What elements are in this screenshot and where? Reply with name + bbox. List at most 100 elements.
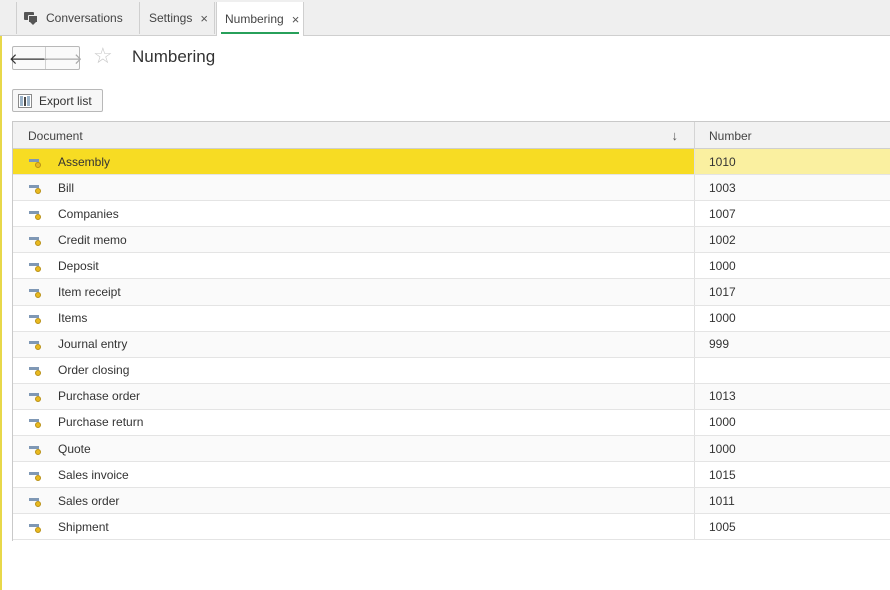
cell-document[interactable]: Purchase return [13,409,695,436]
document-number: 1017 [709,285,736,300]
table-header: Document ↓ Number [13,122,890,149]
page-title: Numbering [132,47,216,66]
chat-icon [24,12,38,25]
document-name: Sales invoice [58,467,129,482]
document-type-icon [29,260,41,272]
export-list-button[interactable]: Export list [12,89,103,112]
column-header-document[interactable]: Document ↓ [13,122,695,149]
cell-number[interactable]: 1000 [695,253,890,278]
document-number: 1007 [709,206,736,221]
document-type-icon [29,390,41,403]
history-navigation: 🡐 🡒 [9,46,83,70]
document-type-icon [29,286,41,299]
table-row[interactable]: Item receipt 1017 [13,279,890,306]
active-tab-indicator [221,32,299,34]
document-type-icon [29,182,41,194]
cell-document[interactable]: Assembly [13,149,695,175]
document-type-icon [29,469,41,481]
cell-number[interactable]: 1003 [695,175,890,200]
cell-number[interactable]: 1017 [695,279,890,304]
column-header-number[interactable]: Number [695,122,890,149]
sort-descending-icon[interactable]: ↓ [672,128,679,143]
table-row[interactable]: Sales order 1011 [13,488,890,515]
close-icon[interactable]: × [292,12,300,27]
tab-numbering[interactable]: Numbering × [216,2,304,36]
tab-scroll-left[interactable] [0,2,17,34]
arrow-right-icon: 🡒 [42,50,83,68]
cell-number[interactable]: 1013 [695,384,890,409]
cell-document[interactable]: Purchase order [13,383,695,409]
cell-number[interactable]: 1011 [695,488,890,513]
cell-document[interactable]: Credit memo [13,227,695,253]
document-name: Deposit [58,258,99,273]
back-button[interactable]: 🡐 [9,47,49,69]
cell-document[interactable]: Bill [13,175,695,201]
table-row[interactable]: Items 1000 [13,305,890,332]
cell-document[interactable]: Item receipt [13,279,695,305]
cell-document[interactable]: Shipment [13,514,695,540]
cell-document[interactable]: Deposit [13,253,695,279]
document-number: 1000 [709,258,736,273]
document-type-icon [29,443,41,455]
tab-bar: Conversations Settings × Numbering × [0,0,890,36]
cell-document[interactable]: Sales invoice [13,462,695,488]
tab-label: Settings [149,11,193,25]
cell-number[interactable]: 1015 [695,462,890,487]
document-type-icon [29,495,41,507]
cell-number[interactable]: 1005 [695,514,890,539]
document-number: 1000 [709,415,736,430]
tab-label: Numbering [225,12,284,26]
document-number: 1000 [709,311,736,326]
cell-number[interactable]: 1000 [695,410,890,435]
cell-number[interactable] [695,358,890,383]
cell-document[interactable]: Quote [13,436,695,462]
table-body: Assembly 1010 Bill 1003 Companies 1007 Credit … [13,149,890,541]
table-row[interactable]: Shipment 1005 [13,514,890,541]
table-row[interactable]: Bill 1003 [13,175,890,202]
tab-settings[interactable]: Settings × [141,2,215,34]
document-type-icon [29,208,41,220]
cell-document[interactable]: Companies [13,201,695,227]
cell-document[interactable]: Order closing [13,357,695,383]
table-row[interactable]: Deposit 1000 [13,253,890,280]
table-row[interactable]: Order closing [13,357,890,384]
document-number: 1000 [709,441,736,456]
table-row[interactable]: Purchase order 1013 [13,383,890,410]
export-icon [18,93,32,108]
document-name: Assembly [58,154,111,169]
cell-number[interactable]: 1010 [695,149,890,175]
cell-number[interactable]: 999 [695,332,890,357]
document-name: Item receipt [58,285,121,300]
table-row[interactable]: Credit memo 1002 [13,227,890,254]
document-number: 1002 [709,232,736,247]
table-row[interactable]: Purchase return 1000 [13,409,890,437]
table-row[interactable]: Journal entry 999 [13,331,890,358]
document-name: Items [58,311,88,326]
cell-number[interactable]: 1000 [695,306,890,331]
tab-label: Conversations [46,11,123,25]
document-type-icon [29,416,41,429]
document-type-icon [29,521,41,533]
favorite-star-icon[interactable]: ☆ [93,44,113,68]
document-name: Order closing [58,363,130,378]
close-icon[interactable]: × [200,11,208,26]
document-type-icon [29,156,41,168]
forward-button[interactable]: 🡒 [42,47,82,69]
table-row[interactable]: Assembly 1010 [13,149,890,176]
cell-document[interactable]: Items [13,305,695,331]
left-accent-strip [0,0,2,590]
document-name: Companies [58,206,119,221]
tab-conversations[interactable]: Conversations [16,2,140,34]
table-row[interactable]: Sales invoice 1015 [13,462,890,489]
cell-document[interactable]: Journal entry [13,331,695,357]
table-row[interactable]: Companies 1007 [13,201,890,228]
document-name: Credit memo [58,232,127,247]
document-name: Quote [58,441,91,456]
table-row[interactable]: Quote 1000 [13,436,890,463]
document-number: 1003 [709,180,736,195]
cell-number[interactable]: 1007 [695,201,890,226]
cell-number[interactable]: 1002 [695,227,890,252]
cell-document[interactable]: Sales order [13,488,695,514]
document-number: 1005 [709,519,736,534]
cell-number[interactable]: 1000 [695,436,890,461]
